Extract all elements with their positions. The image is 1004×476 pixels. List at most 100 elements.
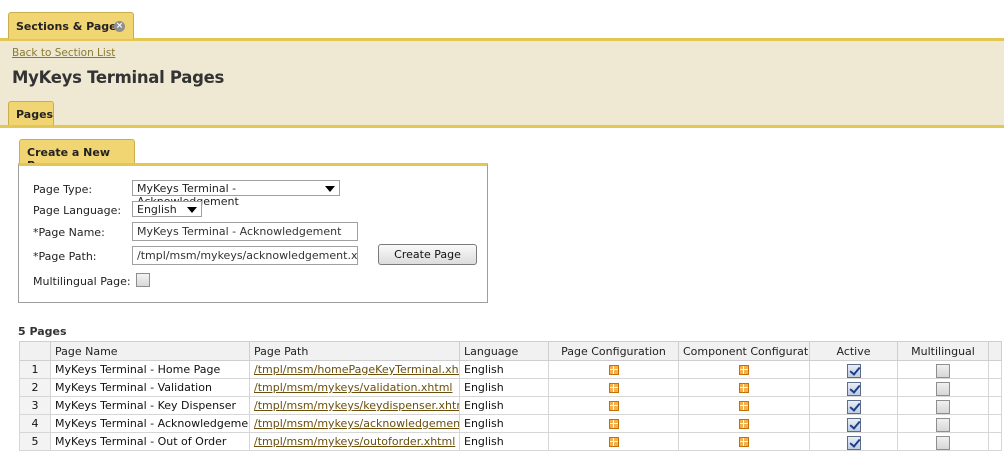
multilingual-checkbox[interactable]	[936, 436, 950, 450]
language-cell: English	[459, 360, 549, 379]
tab-divider	[0, 125, 1004, 128]
component-configuration-cell	[678, 414, 810, 433]
multilingual-checkbox[interactable]	[936, 418, 950, 432]
page-path-link[interactable]: /tmpl/msm/mykeys/outoforder.xhtml	[254, 435, 455, 448]
multilingual-checkbox[interactable]	[936, 400, 950, 414]
page-path-label: *Page Path:	[33, 250, 97, 263]
tab-create-new-page[interactable]: Create a New Page	[19, 139, 135, 172]
create-page-button[interactable]: Create Page	[378, 244, 477, 265]
tab-sections-pages[interactable]: Sections & Pages ×	[8, 12, 134, 39]
page-configuration-icon[interactable]	[608, 401, 619, 411]
row-number: 2	[19, 378, 51, 397]
component-configuration-cell	[678, 432, 810, 451]
active-checkbox[interactable]	[846, 400, 861, 414]
active-cell	[809, 360, 898, 379]
multilingual-page-checkbox[interactable]	[136, 273, 150, 287]
page-configuration-icon[interactable]	[608, 419, 619, 429]
page-configuration-cell	[548, 396, 679, 415]
component-configuration-icon[interactable]	[739, 437, 749, 447]
table-row: 4 MyKeys Terminal - Acknowledgement /tmp…	[19, 414, 1002, 433]
active-checkbox[interactable]	[846, 436, 861, 450]
component-configuration-icon[interactable]	[739, 401, 749, 411]
table-row: 3 MyKeys Terminal - Key Dispenser /tmpl/…	[19, 396, 1002, 415]
create-page-form: Page Type: MyKeys Terminal - Acknowledge…	[18, 163, 488, 303]
page-name-cell: MyKeys Terminal - Acknowledgement	[50, 414, 250, 433]
col-header-page-path[interactable]: Page Path	[249, 341, 460, 361]
col-header-multilingual[interactable]: Multilingual	[897, 341, 989, 361]
col-header-component-configuration[interactable]: Component Configuration	[678, 341, 810, 361]
page-name-cell: MyKeys Terminal - Key Dispenser	[50, 396, 250, 415]
component-configuration-icon[interactable]	[739, 383, 749, 393]
filler-cell	[988, 432, 1002, 451]
page-configuration-icon[interactable]	[608, 365, 619, 375]
component-configuration-cell	[678, 378, 810, 397]
filler-cell	[988, 414, 1002, 433]
page-path-cell: /tmpl/msm/mykeys/outoforder.xhtml	[249, 432, 460, 451]
row-number: 1	[19, 360, 51, 379]
page-type-select[interactable]: MyKeys Terminal - Acknowledgement	[132, 180, 340, 208]
back-to-section-list-link[interactable]: Back to Section List	[12, 47, 115, 59]
col-header-page-configuration[interactable]: Page Configuration	[548, 341, 679, 361]
page-name-label: *Page Name:	[33, 226, 105, 239]
table-row: 5 MyKeys Terminal - Out of Order /tmpl/m…	[19, 432, 1002, 451]
page-path-cell: /tmpl/msm/homePageKeyTerminal.xhtml	[249, 360, 460, 379]
active-checkbox[interactable]	[846, 382, 861, 396]
active-cell	[809, 378, 898, 397]
page-path-link[interactable]: /tmpl/msm/homePageKeyTerminal.xhtml	[254, 363, 459, 376]
multilingual-cell	[897, 414, 989, 433]
language-cell: English	[459, 396, 549, 415]
page-title: MyKeys Terminal Pages	[12, 68, 225, 87]
component-configuration-cell	[678, 396, 810, 415]
col-header-active[interactable]: Active	[809, 341, 898, 361]
page-header: Back to Section List MyKeys Terminal Pag…	[0, 41, 1004, 125]
row-number: 5	[19, 432, 51, 451]
tab-pages[interactable]: Pages	[8, 101, 54, 125]
page-path-input[interactable]: /tmpl/msm/mykeys/acknowledgement.xhtml	[132, 246, 358, 265]
close-icon[interactable]: ×	[114, 21, 125, 32]
page-path-cell: /tmpl/msm/mykeys/acknowledgement.xhtml	[249, 414, 460, 433]
filler-cell	[988, 360, 1002, 379]
active-cell	[809, 396, 898, 415]
col-header-language[interactable]: Language	[459, 341, 549, 361]
filler-cell	[988, 378, 1002, 397]
col-header-page-name[interactable]: Page Name	[50, 341, 250, 361]
page-path-link[interactable]: /tmpl/msm/mykeys/validation.xhtml	[254, 381, 452, 394]
page-name-cell: MyKeys Terminal - Out of Order	[50, 432, 250, 451]
active-cell	[809, 432, 898, 451]
col-header-filler	[988, 341, 1002, 361]
multilingual-page-label: Multilingual Page:	[33, 275, 131, 288]
page-language-select[interactable]: English	[132, 201, 202, 217]
table-row: 2 MyKeys Terminal - Validation /tmpl/msm…	[19, 378, 1002, 397]
language-cell: English	[459, 414, 549, 433]
page-path-link[interactable]: /tmpl/msm/mykeys/acknowledgement.xhtml	[254, 417, 459, 430]
dropdown-arrow-icon	[187, 207, 197, 213]
component-configuration-cell	[678, 360, 810, 379]
multilingual-cell	[897, 396, 989, 415]
pages-count: 5 Pages	[18, 325, 67, 338]
page-configuration-cell	[548, 414, 679, 433]
page-configuration-icon[interactable]	[608, 437, 619, 447]
multilingual-cell	[897, 378, 989, 397]
tab-sections-pages-label: Sections & Pages	[16, 20, 124, 33]
active-checkbox[interactable]	[846, 418, 861, 432]
row-number: 3	[19, 396, 51, 415]
page-path-link[interactable]: /tmpl/msm/mykeys/keydispenser.xhtml	[254, 399, 459, 412]
page-configuration-icon[interactable]	[608, 383, 619, 393]
col-header-num	[19, 341, 51, 361]
page-language-value: English	[137, 203, 177, 216]
multilingual-cell	[897, 432, 989, 451]
page-configuration-cell	[548, 378, 679, 397]
page-configuration-cell	[548, 432, 679, 451]
multilingual-checkbox[interactable]	[936, 364, 950, 378]
language-cell: English	[459, 378, 549, 397]
multilingual-checkbox[interactable]	[936, 382, 950, 396]
page-name-input[interactable]: MyKeys Terminal - Acknowledgement	[132, 222, 358, 241]
component-configuration-icon[interactable]	[739, 419, 749, 429]
filler-cell	[988, 396, 1002, 415]
table-header-row: Page Name Page Path Language Page Config…	[19, 341, 1002, 361]
multilingual-cell	[897, 360, 989, 379]
page-type-label: Page Type:	[33, 183, 93, 196]
active-checkbox[interactable]	[846, 364, 861, 378]
component-configuration-icon[interactable]	[739, 365, 749, 375]
page-language-label: Page Language:	[33, 204, 122, 217]
